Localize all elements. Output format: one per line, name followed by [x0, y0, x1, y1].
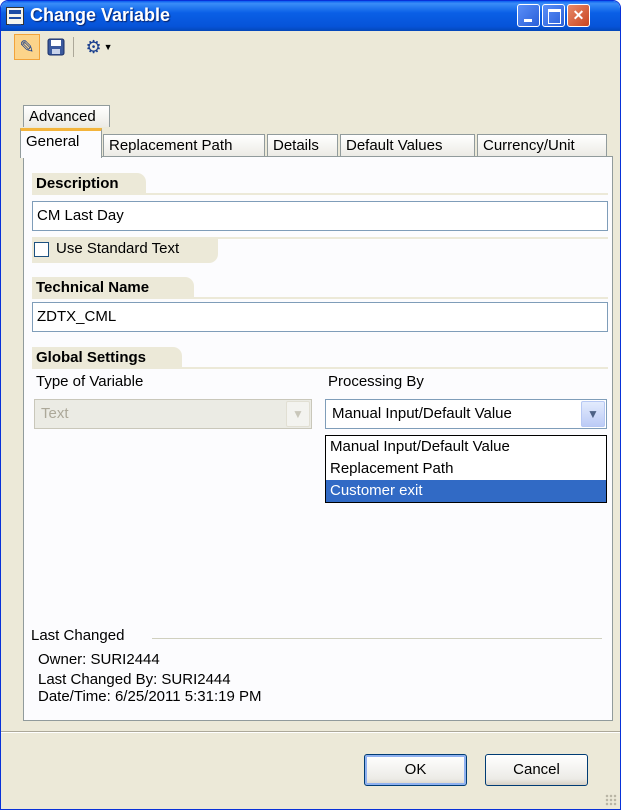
- close-button[interactable]: ✕: [567, 4, 590, 27]
- window-title: Change Variable: [30, 5, 171, 25]
- type-of-variable-select: Text ▼: [34, 399, 312, 429]
- use-standard-text-row: Use Standard Text: [32, 237, 218, 263]
- use-standard-text-checkbox[interactable]: [34, 242, 49, 257]
- use-standard-text-label: Use Standard Text: [56, 240, 180, 257]
- technical-name-divider: [32, 297, 608, 299]
- minimize-button[interactable]: [517, 4, 540, 27]
- processing-by-label: Processing By: [328, 373, 424, 390]
- description-input[interactable]: CM Last Day: [32, 201, 608, 231]
- global-settings-divider: [32, 367, 608, 369]
- general-tab-panel: Description CM Last Day Use Standard Tex…: [23, 156, 613, 721]
- chevron-down-icon: ▼: [286, 401, 310, 427]
- type-of-variable-label: Type of Variable: [36, 373, 144, 390]
- global-settings-header: Global Settings: [32, 347, 182, 369]
- tab-replacement-path[interactable]: Replacement Path: [103, 134, 265, 156]
- pencil-glasses-icon: ✎: [19, 37, 35, 57]
- tab-currency-unit[interactable]: Currency/Unit: [477, 134, 607, 156]
- description-divider: [32, 193, 608, 195]
- last-changed-header: Last Changed: [31, 627, 125, 644]
- wrench-tools-icon: ⚙: [85, 37, 102, 57]
- tab-details[interactable]: Details: [267, 134, 338, 156]
- floppy-disk-icon: [47, 38, 65, 56]
- tab-advanced[interactable]: Advanced: [23, 105, 110, 127]
- last-changed-by-text: Last Changed By: SURI2444: [38, 671, 231, 688]
- chevron-down-icon[interactable]: ▼: [581, 401, 605, 427]
- technical-name-input[interactable]: ZDTX_CML: [32, 302, 608, 332]
- title-bar[interactable]: Change Variable ✕: [1, 1, 620, 31]
- processing-by-select[interactable]: Manual Input/Default Value ▼: [325, 399, 607, 429]
- change-variable-dialog: Change Variable ✕ ✎ ⚙ ▼ Advanced General…: [0, 0, 621, 810]
- cancel-button[interactable]: Cancel: [485, 754, 588, 786]
- ok-button[interactable]: OK: [364, 754, 467, 786]
- option-customer-exit[interactable]: Customer exit: [326, 480, 606, 502]
- last-changed-divider: [152, 638, 602, 639]
- description-header: Description: [32, 173, 146, 195]
- dialog-icon: [6, 7, 24, 26]
- save-button[interactable]: [44, 34, 68, 60]
- technical-name-header: Technical Name: [32, 277, 194, 299]
- processing-by-dropdown-list: Manual Input/Default Value Replacement P…: [325, 435, 607, 503]
- toolbar-separator: [73, 37, 74, 57]
- maximize-button[interactable]: [542, 4, 565, 27]
- tools-menu-button[interactable]: ⚙ ▼: [79, 34, 119, 60]
- chevron-down-icon: ▼: [103, 42, 113, 52]
- type-of-variable-value: Text: [41, 405, 69, 422]
- owner-text: Owner: SURI2444: [38, 651, 160, 668]
- toolbar: ✎ ⚙ ▼: [1, 31, 620, 63]
- option-manual-input[interactable]: Manual Input/Default Value: [326, 436, 606, 458]
- edit-button[interactable]: ✎: [14, 34, 40, 60]
- tab-default-values[interactable]: Default Values: [340, 134, 475, 156]
- processing-by-value: Manual Input/Default Value: [332, 405, 512, 422]
- resize-grip[interactable]: [605, 794, 617, 806]
- tab-general[interactable]: General: [20, 128, 102, 158]
- footer-divider: [1, 731, 620, 733]
- option-replacement-path[interactable]: Replacement Path: [326, 458, 606, 480]
- date-time-text: Date/Time: 6/25/2011 5:31:19 PM: [38, 688, 262, 705]
